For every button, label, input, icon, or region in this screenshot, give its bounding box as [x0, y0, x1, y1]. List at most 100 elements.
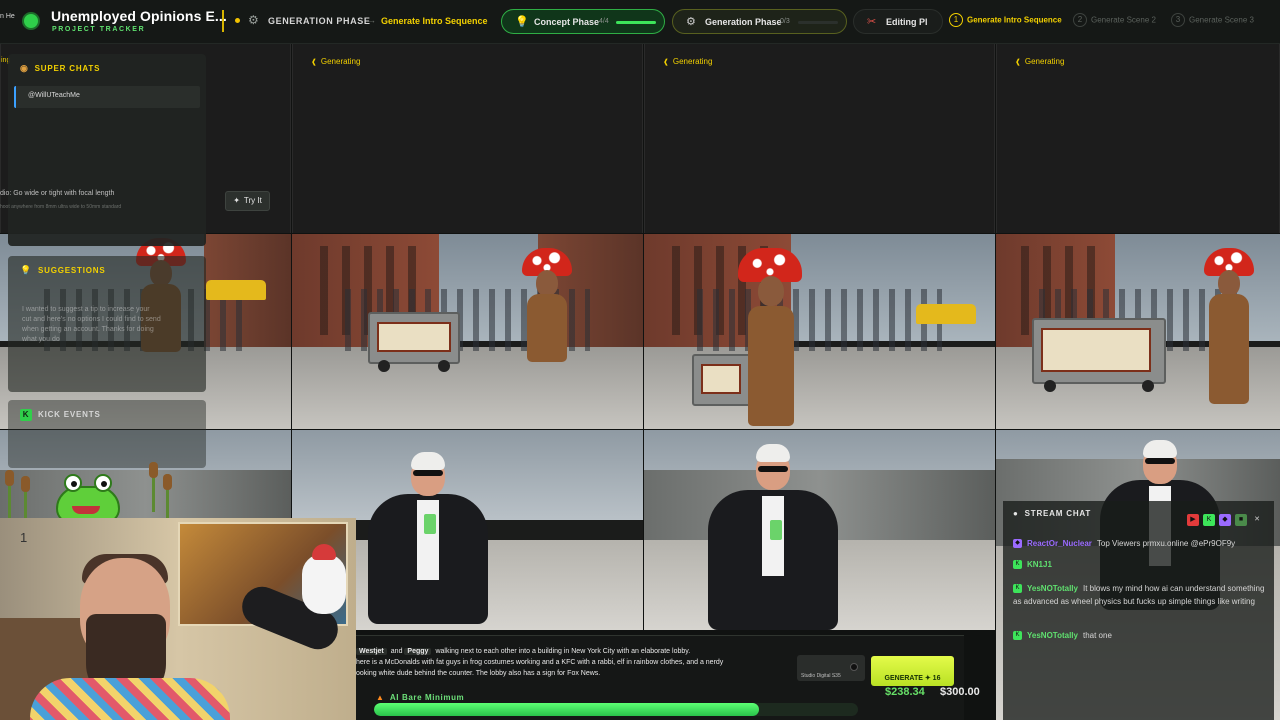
scene-tile-generating[interactable]: Generating	[644, 44, 995, 233]
record-icon	[850, 663, 858, 671]
lightbulb-icon: 💡	[515, 16, 529, 28]
budget-spent: $238.34	[885, 686, 925, 698]
chat-username[interactable]: KN1J1	[1027, 560, 1052, 569]
kick-logo-icon: K	[20, 409, 32, 421]
budget-total: $300.00	[940, 686, 980, 698]
generate-cost: 16	[932, 675, 941, 682]
chat-platform-filters: ▶ K ◆ ■ ✕	[1187, 508, 1267, 526]
suggestions-header: 💡 SUGGESTIONS	[20, 265, 106, 276]
chat-message: K YesNOTotally that one	[1013, 629, 1265, 642]
twitch-icon: ◆	[1013, 539, 1022, 549]
suggestion-text: when getting an account. Thanks for doin…	[22, 326, 154, 333]
chat-text: Top Viewers prmxu.online @ePr9OF9y	[1096, 539, 1236, 548]
current-action-link[interactable]: Generate Intro Sequence	[381, 16, 488, 26]
stream-chat-title: STREAM CHAT	[1024, 509, 1092, 518]
budget-progress-bar	[374, 703, 858, 716]
curry-cart	[692, 354, 752, 406]
stream-chat-header: ● STREAM CHAT	[1013, 509, 1091, 518]
fire-icon: ▲	[376, 693, 384, 702]
step-1[interactable]: 1 Generate Intro Sequence	[949, 13, 1062, 27]
kick-events-title: KICK EVENTS	[38, 410, 101, 419]
scene-thumbnail[interactable]	[644, 234, 995, 429]
try-it-label: Try It	[243, 196, 262, 205]
generation-phase-progress	[798, 21, 838, 24]
taxi	[916, 304, 976, 324]
app-logo-icon[interactable]	[22, 12, 40, 30]
scene-tile-generating[interactable]: Generating	[996, 44, 1280, 233]
stream-chat-panel: ● STREAM CHAT ▶ K ◆ ■ ✕ ◆ ReactOr_Nuclear Top V…	[1003, 501, 1274, 720]
concept-phase-count: 4/4	[599, 18, 609, 25]
project-title[interactable]: Unemployed Opinions E...	[51, 8, 227, 24]
concept-phase-progress	[616, 21, 656, 24]
scene-thumbnail[interactable]	[996, 234, 1280, 429]
mention-chip[interactable]: Westjet	[356, 648, 387, 655]
chat-text: that one	[1082, 631, 1112, 640]
suggestion-text: what you do	[22, 336, 60, 343]
step-2[interactable]: 2 Generate Scene 2	[1073, 13, 1156, 27]
concept-phase-progress-fill	[616, 21, 656, 24]
suggestion-text: cut and here's no options I could find t…	[22, 316, 161, 323]
scene-thumbnail[interactable]	[292, 234, 643, 429]
step-2-number: 2	[1073, 13, 1087, 27]
super-chats-panel: ◉ SUPER CHATS @WillUTeachMe	[8, 54, 206, 246]
chat-bubble-icon: ●	[1013, 509, 1019, 518]
super-chat-user: @WillUTeachMe	[28, 92, 80, 99]
scene-thumbnail[interactable]	[644, 430, 995, 630]
mention-chip[interactable]: Peggy	[404, 648, 432, 655]
kick-icon: K	[1013, 631, 1022, 641]
youtube-filter-icon[interactable]: ▶	[1187, 514, 1199, 526]
frog-mascot	[50, 466, 128, 526]
editing-phase-pill[interactable]: ✂ Editing Pl	[853, 9, 943, 34]
step-3[interactable]: 3 Generate Scene 3	[1171, 13, 1254, 27]
generation-phase-pill[interactable]: ⚙ Generation Phase 0/3	[672, 9, 847, 34]
plush-toy	[302, 544, 346, 614]
reed-decoration	[163, 474, 172, 524]
chat-message: K KN1J1	[1013, 558, 1265, 571]
concept-phase-pill[interactable]: 💡 Concept Phase 4/4	[501, 9, 665, 34]
suggestions-title: SUGGESTIONS	[38, 266, 106, 275]
chat-message: ◆ ReactOr_Nuclear Top Viewers prmxu.online…	[1013, 537, 1265, 550]
super-chats-title: SUPER CHATS	[34, 64, 101, 73]
top-bar: n He Unemployed Opinions E... PROJECT TR…	[0, 0, 1280, 44]
super-chat-entry[interactable]: @WillUTeachMe	[14, 86, 200, 108]
suggestions-panel: 💡 SUGGESTIONS I wanted to suggest a tip t…	[8, 256, 206, 392]
webcam-overlay-digit: 1	[20, 530, 28, 545]
taxi	[206, 280, 266, 300]
chat-username[interactable]: ReactOr_Nuclear	[1027, 539, 1092, 548]
gear-icon[interactable]: ⚙	[248, 13, 259, 27]
phase-divider	[222, 10, 224, 32]
reed-decoration	[149, 462, 158, 512]
close-icon[interactable]: ✕	[1251, 514, 1263, 526]
twitch-filter-icon[interactable]: ◆	[1219, 514, 1231, 526]
reed-decoration	[5, 470, 14, 520]
model-selector[interactable]: Studio Digital S35	[797, 655, 865, 681]
extra-filter-icon[interactable]: ■	[1235, 514, 1247, 526]
chat-username[interactable]: YesNOTotally	[1027, 584, 1078, 593]
chat-message: K YesNOTotally It blows my mind how ai can…	[1013, 582, 1265, 608]
project-subtitle: PROJECT TRACKER	[52, 26, 146, 33]
kick-icon: K	[1013, 560, 1022, 570]
prompt-line[interactable]: Westjet and Peggy walking next to each oth…	[356, 648, 690, 655]
money-bag-icon: ◉	[20, 63, 29, 73]
prompt-text: walking next to each other into a buildi…	[435, 648, 691, 655]
chat-username[interactable]: YesNOTotally	[1027, 631, 1078, 640]
step-3-label: Generate Scene 3	[1189, 15, 1254, 25]
kick-filter-icon[interactable]: K	[1203, 514, 1215, 526]
step-3-number: 3	[1171, 13, 1185, 27]
prompt-joiner: and	[390, 648, 403, 655]
generation-phase-count: 0/3	[780, 18, 790, 25]
breadcrumb-fragment: n He	[0, 13, 15, 20]
scene-tile-generating[interactable]: Generating	[292, 44, 643, 233]
prompt-line[interactable]: here is a McDonalds with fat guys in fro…	[356, 659, 723, 666]
curry-cart	[1032, 318, 1166, 392]
phase-status-dot	[235, 18, 240, 23]
sparkle-icon: ✦	[233, 196, 240, 205]
budget-name: AI Bare Minimum	[389, 693, 465, 702]
generating-status: Generating	[663, 57, 713, 66]
gear-icon: ⚙	[686, 16, 696, 28]
generate-label: GENERATE	[884, 675, 923, 682]
editing-phase-label: Editing Pl	[886, 17, 928, 27]
generate-button[interactable]: GENERATE ✦ 16	[871, 656, 954, 686]
try-it-button[interactable]: ✦ Try It	[225, 191, 270, 211]
prompt-line[interactable]: ooking white dude behind the counter. Th…	[356, 670, 600, 677]
